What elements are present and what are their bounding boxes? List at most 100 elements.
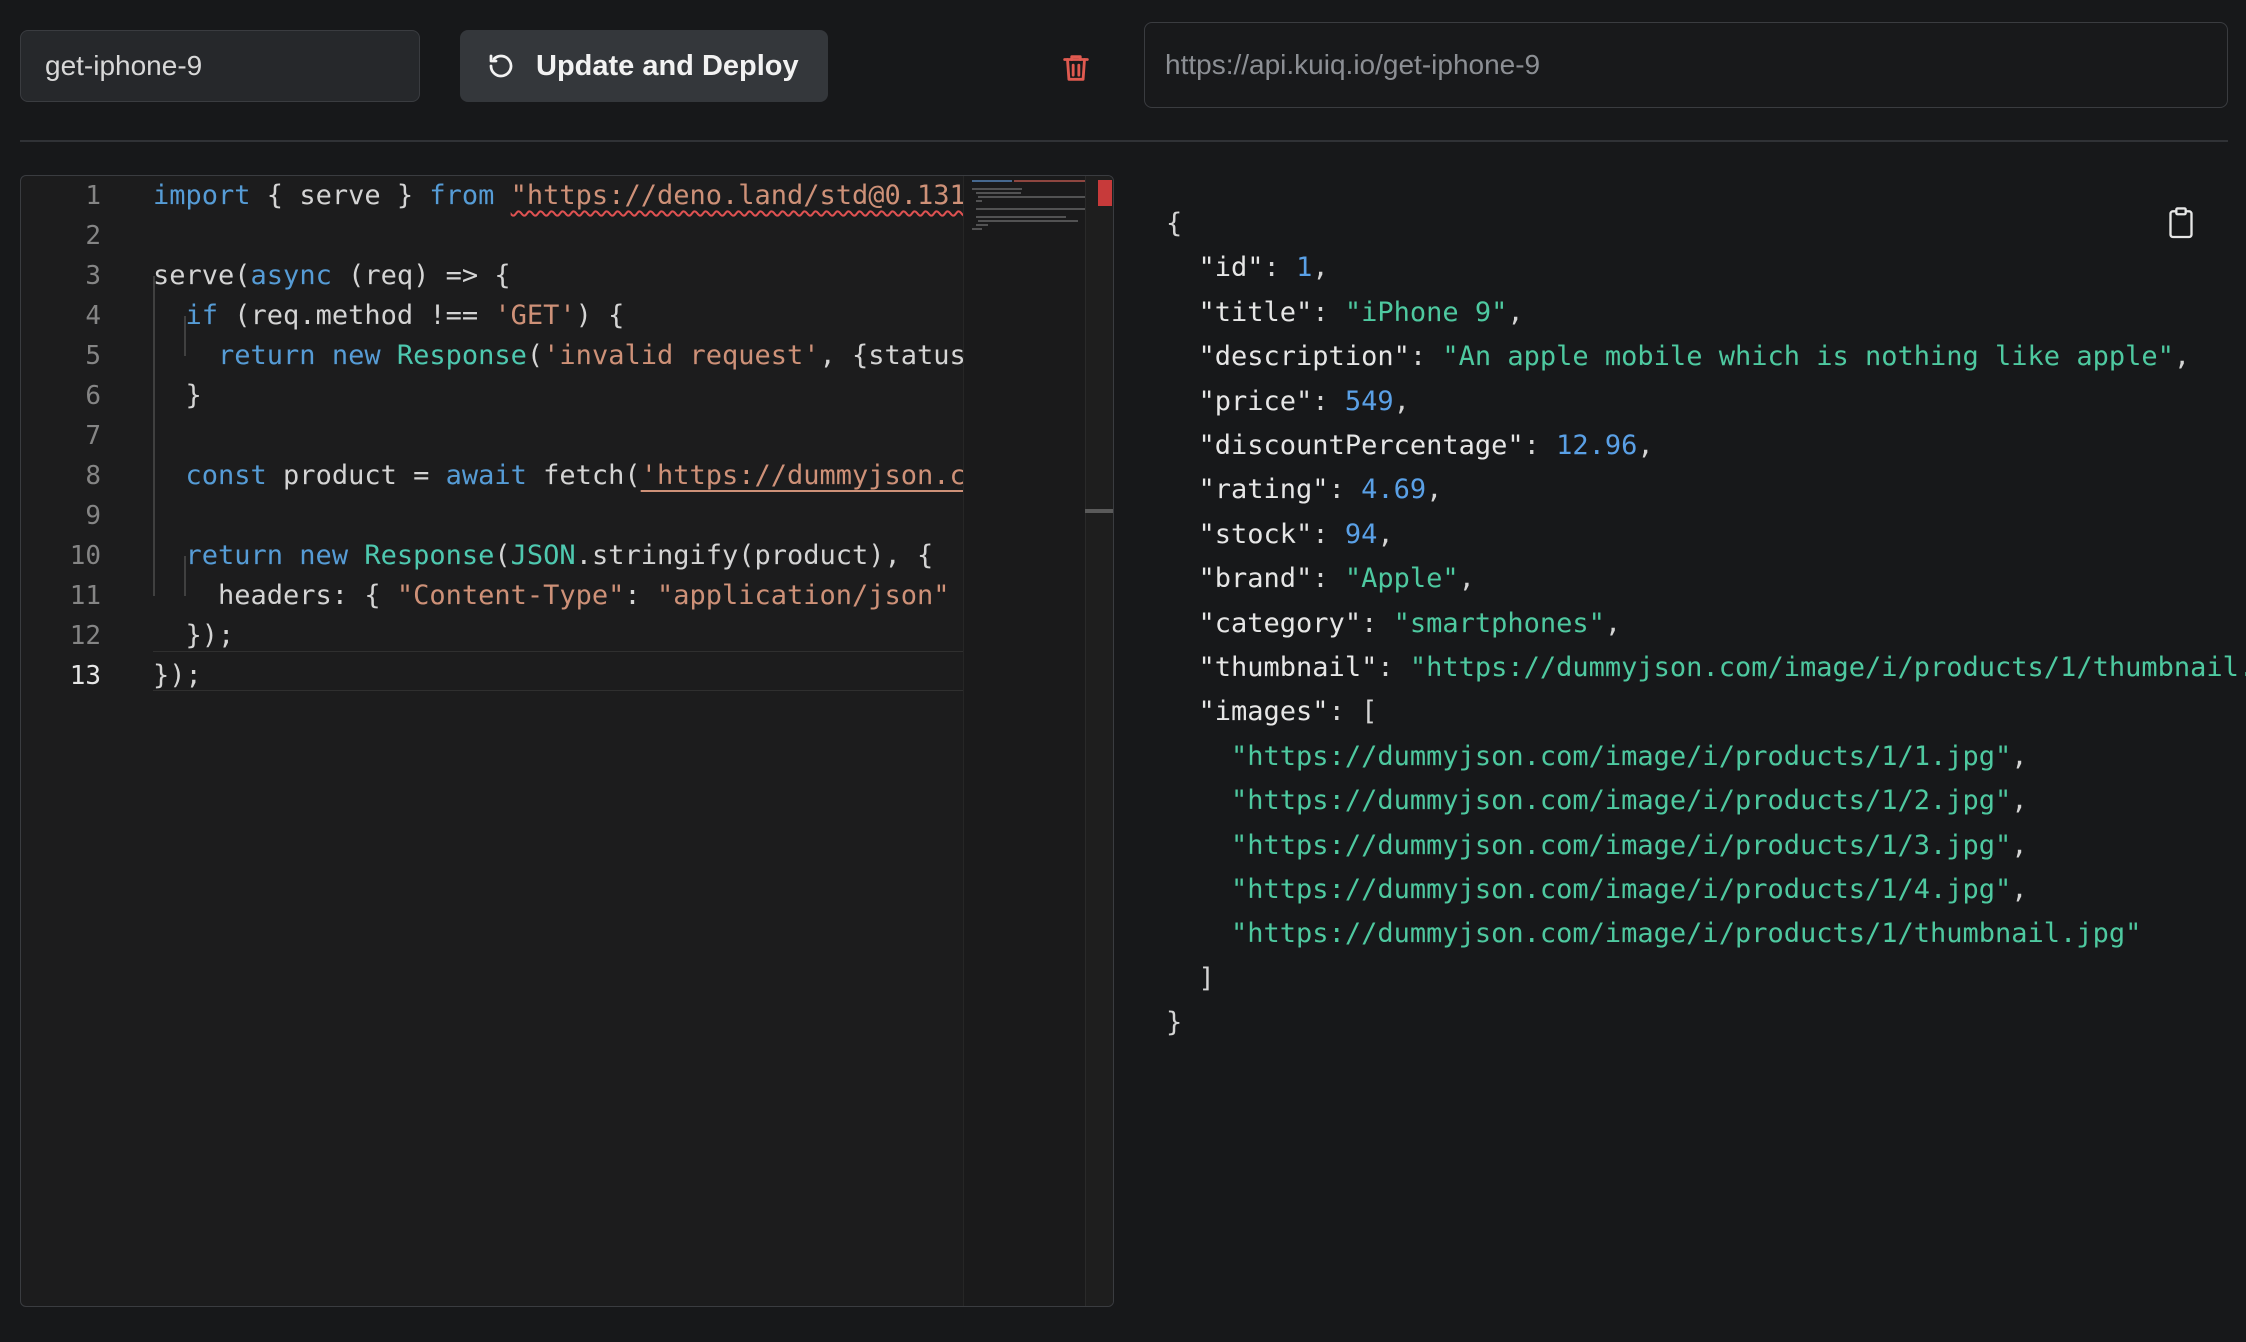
json-token: "id" xyxy=(1198,252,1264,284)
json-line: { xyxy=(1166,202,1182,246)
code-token: { serve } xyxy=(250,180,430,211)
json-line: "price": 549, xyxy=(1166,380,1410,424)
code-token: serve( xyxy=(153,260,251,291)
code-line[interactable]: }); xyxy=(153,656,202,696)
code-line[interactable]: } xyxy=(153,376,202,416)
line-number-gutter: 1 2 3 4 5 6 7 8 9 10 11 12 13 xyxy=(21,176,141,1306)
line-number: 4 xyxy=(85,301,101,331)
editor-scrollbar[interactable] xyxy=(1085,176,1113,1306)
json-token: "https://dummyjson.com/image/i/products/… xyxy=(1409,652,2246,683)
json-token: : xyxy=(1263,252,1297,284)
code-token: (req.method !== xyxy=(218,300,495,331)
line-number: 5 xyxy=(85,341,101,371)
json-line: "https://dummyjson.com/image/i/products/… xyxy=(1166,779,2028,823)
code-token: Response xyxy=(396,340,527,371)
json-line: "https://dummyjson.com/image/i/products/… xyxy=(1166,735,2028,779)
line-number: 12 xyxy=(69,621,101,651)
json-token: "stock" xyxy=(1198,518,1313,550)
json-token: , xyxy=(1377,518,1394,550)
json-line: "stock": 94, xyxy=(1166,513,1394,557)
code-line[interactable]: import { serve } from "https://deno.land… xyxy=(153,176,983,216)
code-token: 'invalid request' xyxy=(543,340,820,371)
copy-response-button[interactable] xyxy=(2164,204,2198,242)
json-token: ] xyxy=(1166,962,1215,994)
code-token: }); xyxy=(153,620,235,651)
code-line[interactable]: serve(async (req) => { xyxy=(153,256,511,296)
header-divider xyxy=(20,140,2228,142)
line-number: 3 xyxy=(85,261,101,291)
json-line: "https://dummyjson.com/image/i/products/… xyxy=(1166,824,2028,868)
delete-button[interactable] xyxy=(1054,46,1098,90)
line-number: 10 xyxy=(69,541,101,571)
code-token: ( xyxy=(526,340,544,371)
json-token: , xyxy=(1426,474,1443,506)
code-line[interactable]: headers: { "Content-Type": "application/… xyxy=(153,576,983,616)
json-token: "thumbnail" xyxy=(1198,652,1378,683)
json-token: : [ xyxy=(1328,696,1378,728)
json-token: "https://dummyjson.com/image/i/products/… xyxy=(1231,785,2012,817)
trash-icon xyxy=(1063,55,1089,81)
json-token: , xyxy=(1312,252,1329,284)
json-token: : xyxy=(1409,341,1443,373)
json-token: , xyxy=(1637,430,1654,461)
json-token: "https://dummyjson.com/image/i/products/… xyxy=(1231,829,2012,861)
code-token: , {status: xyxy=(819,340,983,371)
code-line[interactable]: }); xyxy=(153,616,235,656)
json-token: "https://dummyjson.com/image/i/products/… xyxy=(1231,740,2012,772)
endpoint-url-field[interactable] xyxy=(1144,22,2228,108)
json-token: } xyxy=(1166,1007,1183,1039)
code-token: : xyxy=(624,580,657,611)
json-token: , xyxy=(1507,296,1524,328)
line-number: 11 xyxy=(69,581,101,611)
code-area[interactable]: import { serve } from "https://deno.land… xyxy=(153,176,983,1306)
code-line[interactable]: return new Response(JSON.stringify(produ… xyxy=(153,536,934,576)
update-and-deploy-button[interactable]: Update and Deploy xyxy=(460,30,828,102)
code-line[interactable]: return new Response('invalid request', {… xyxy=(153,336,982,376)
code-token: }); xyxy=(153,660,202,691)
scroll-position-marker xyxy=(1085,509,1113,513)
json-line: "https://dummyjson.com/image/i/products/… xyxy=(1166,912,2141,956)
line-number: 9 xyxy=(85,501,101,531)
json-token: , xyxy=(1458,563,1475,595)
code-token: product = xyxy=(266,460,446,491)
json-token: : xyxy=(1312,518,1345,550)
code-token: from xyxy=(429,180,495,211)
json-token: , xyxy=(1393,385,1410,417)
line-number: 8 xyxy=(85,461,101,491)
code-token: ) { xyxy=(575,300,625,331)
code-line[interactable]: const product = await fetch('https://dum… xyxy=(153,456,983,496)
code-editor[interactable]: 1 2 3 4 5 6 7 8 9 10 11 12 13 import { serve } from … xyxy=(20,175,1114,1307)
code-token: 'GET' xyxy=(494,300,576,331)
code-token: fetch( xyxy=(526,460,641,491)
json-token: , xyxy=(2011,874,2028,905)
json-line: "brand": "Apple", xyxy=(1166,557,1475,601)
code-token: ( xyxy=(494,540,511,571)
code-line[interactable]: if (req.method !== 'GET') { xyxy=(153,296,625,336)
code-token: "https://deno.land/std@0.131.0 xyxy=(510,180,983,211)
json-token: "https://dummyjson.com/image/i/products/… xyxy=(1231,918,2142,950)
code-token: if xyxy=(185,300,219,331)
json-token: , xyxy=(2011,829,2028,861)
json-token: "images" xyxy=(1198,696,1329,728)
json-token: : xyxy=(1377,652,1410,683)
json-token: "brand" xyxy=(1198,563,1313,595)
json-token: 1 xyxy=(1296,252,1313,284)
function-name-input[interactable] xyxy=(20,30,420,102)
json-token: "https://dummyjson.com/image/i/products/… xyxy=(1231,874,2012,905)
deploy-button-label: Update and Deploy xyxy=(536,49,799,82)
line-number: 7 xyxy=(85,421,101,451)
